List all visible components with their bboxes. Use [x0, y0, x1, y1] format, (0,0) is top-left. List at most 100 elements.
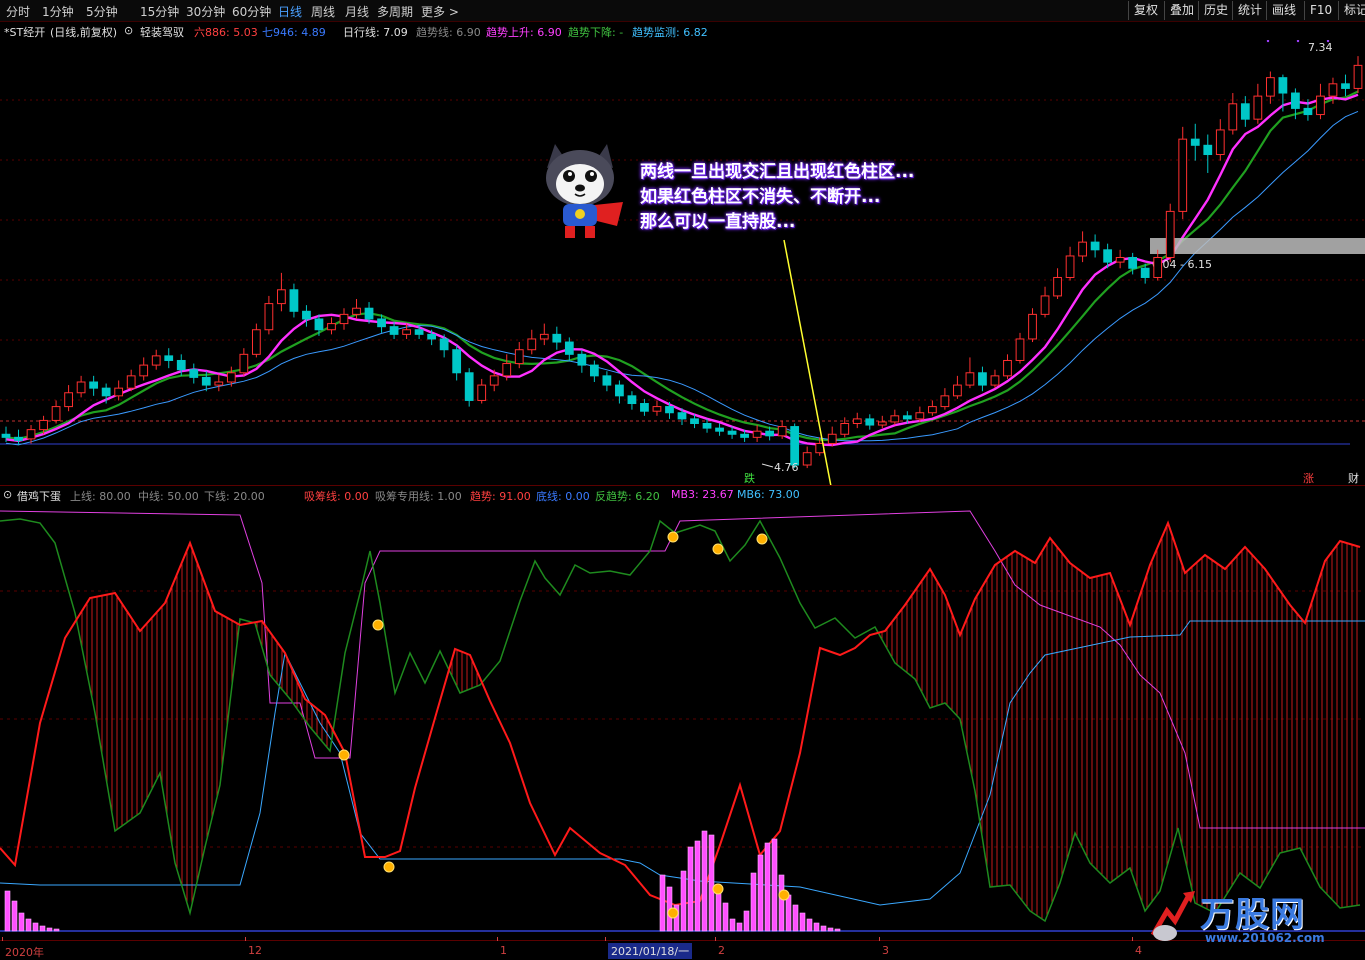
accumulation-bar [32, 922, 39, 932]
toolbar-button-6[interactable]: 标记 [1338, 1, 1365, 20]
gold-ball-signal [778, 889, 790, 901]
candle [89, 381, 99, 389]
candle [865, 418, 875, 426]
period-tab-1[interactable]: 1分钟 [42, 3, 74, 20]
candle [364, 307, 374, 320]
sub-indicator-name[interactable]: 借鸡下蛋 [17, 488, 61, 504]
accumulation-bar [813, 922, 820, 932]
candle [1341, 83, 1350, 89]
low-price-pointer [761, 463, 774, 468]
adjust-mode[interactable]: (日线,前复权) [50, 24, 117, 40]
candle [189, 369, 199, 378]
candle [14, 436, 23, 441]
candle [302, 310, 311, 320]
candle [452, 349, 462, 374]
legend-item-8: MB3: 23.67 [671, 488, 734, 501]
accumulation-bar [736, 922, 743, 932]
period-tab-7[interactable]: 周线 [311, 3, 335, 20]
candle [1, 433, 11, 438]
candle [752, 430, 762, 438]
candle [1153, 257, 1163, 278]
legend-item-6: 趋势监测: 6.82 [632, 26, 708, 39]
toolbar-button-3[interactable]: 统计 [1232, 1, 1267, 20]
candle [652, 406, 662, 412]
gold-ball-signal [372, 619, 384, 631]
watermark: 万股网 www.201062.com [1145, 885, 1355, 947]
fall-tag[interactable]: 跌 [744, 471, 755, 485]
rise-tag[interactable]: 涨 [1303, 472, 1314, 485]
accumulation-bar [39, 925, 46, 932]
date-label-0: 2020年 [5, 946, 44, 959]
candle [251, 329, 261, 355]
candle [226, 372, 236, 383]
candle [1291, 92, 1300, 109]
period-tab-3[interactable]: 15分钟 [140, 3, 179, 20]
candle [902, 415, 912, 420]
sub-chart[interactable] [0, 503, 1365, 940]
candle [1128, 257, 1138, 269]
period-tab-6[interactable]: 日线 [278, 3, 302, 20]
toolbar-button-2[interactable]: 历史 [1198, 1, 1233, 20]
main-indicator-name[interactable]: 轻装驾驭 [140, 24, 184, 40]
accumulation-bar [694, 840, 701, 932]
stock-name[interactable]: *ST经开 [4, 24, 45, 40]
toolbar-button-0[interactable]: 复权 [1128, 1, 1163, 20]
toolbar-button-1[interactable]: 叠加 [1164, 1, 1199, 20]
toolbar-button-4[interactable]: 画线 [1266, 1, 1301, 20]
candle [1140, 267, 1150, 278]
legend-item-4: 吸筹专用线: 1.00 [375, 490, 462, 503]
date-tick [497, 937, 498, 941]
accumulation-bar [25, 918, 32, 932]
toolbar-button-5[interactable]: F10 [1304, 1, 1337, 20]
period-tab-2[interactable]: 5分钟 [86, 3, 118, 20]
candle [527, 338, 537, 351]
candle [615, 384, 624, 397]
period-tab-0[interactable]: 分时 [6, 3, 30, 20]
candle [765, 430, 775, 437]
legend-item-0: 上线: 80.00 [70, 490, 131, 503]
accumulation-bar [46, 927, 53, 932]
candle [990, 375, 1000, 386]
period-tab-8[interactable]: 月线 [345, 3, 369, 20]
legend-item-5: 趋势: 91.00 [470, 490, 531, 503]
candle [76, 381, 86, 394]
candle [201, 376, 211, 386]
date-label-5: 3 [882, 944, 889, 957]
main-chart[interactable]: 6.04 - 6.157.344.76跌涨财 [0, 40, 1365, 485]
period-tab-10[interactable]: 更多 > [421, 3, 459, 20]
date-label-6: 4 [1135, 944, 1142, 957]
candle [214, 381, 224, 386]
accumulation-bar [806, 918, 813, 932]
legend-item-2: 下线: 20.00 [204, 490, 265, 503]
date-tick [879, 937, 880, 941]
candle [740, 433, 749, 438]
candle [101, 387, 111, 397]
husky-mascot-icon [546, 144, 623, 238]
candle [1316, 95, 1325, 116]
candle [289, 289, 299, 312]
dropdown-icon[interactable]: ⊙ [124, 24, 133, 37]
candle [627, 395, 637, 405]
candle [126, 375, 136, 389]
main-info-line: *ST经开 (日线,前复权) ⊙ 轻装驾驭 六886: 5.03 七946: 4.… [0, 22, 1365, 40]
candle [176, 359, 186, 371]
period-tab-9[interactable]: 多周期 [377, 3, 413, 20]
accumulation-bar [743, 910, 750, 932]
candle [1165, 210, 1175, 258]
period-tab-4[interactable]: 30分钟 [186, 3, 225, 20]
accumulation-bar [750, 872, 757, 932]
gold-ball-signal [712, 883, 724, 895]
candle [1078, 241, 1087, 257]
candle [427, 333, 437, 340]
finance-tag[interactable]: 财 [1348, 471, 1359, 485]
accumulation-bar [834, 928, 841, 932]
gold-ball-signal [712, 543, 724, 555]
period-tab-5[interactable]: 60分钟 [232, 3, 271, 20]
candle [464, 372, 474, 401]
candle [915, 412, 925, 420]
legend-item-1: 中线: 50.00 [138, 490, 199, 503]
candle [1015, 338, 1025, 361]
sub-dropdown-icon[interactable]: ⊙ [3, 488, 12, 501]
legend-item-4: 趋势上升: 6.90 [486, 26, 562, 39]
mb3-line [0, 510, 1365, 829]
